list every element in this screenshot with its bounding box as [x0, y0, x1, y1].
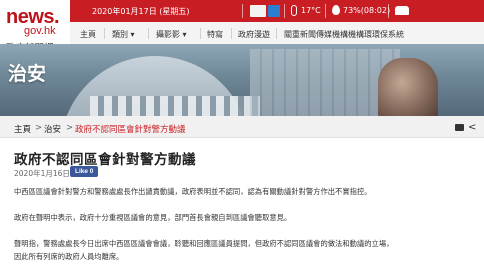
- temperature-value: 17°C: [301, 6, 321, 15]
- divider: [231, 28, 232, 39]
- article-paragraph: 中西區區議會針對警方和警務處處長作出譴責動議，政府表明並不認同，認為有關動議針對…: [14, 187, 372, 196]
- article-title: 政府不認同區會針對警方動議: [14, 152, 196, 168]
- category-banner: 治安: [0, 44, 484, 116]
- nav-item-more[interactable]: 關重新聞傳媒機構機構環環保系統: [284, 29, 404, 40]
- humidity-drop-icon: [332, 5, 340, 15]
- share-icon[interactable]: <: [468, 122, 476, 133]
- banner-title: 治安: [8, 63, 47, 85]
- divider: [200, 28, 201, 39]
- divider: [148, 28, 149, 39]
- breadcrumb-chevron-icon: >: [66, 123, 74, 133]
- nav-label: 攝影影: [156, 30, 180, 39]
- print-icon[interactable]: [455, 124, 464, 131]
- breadcrumb-chevron-icon: >: [35, 123, 43, 133]
- current-date: 2020年01月17日 (星期五): [92, 7, 190, 16]
- article-paragraph: 因此所有列席的政府人員均離席。: [14, 252, 124, 261]
- breadcrumb: 主頁 > 治安 > 政府不認同區會針對警方動議 <: [0, 116, 484, 138]
- logo-gov-text: gov.hk: [24, 25, 56, 37]
- breadcrumb-current: 政府不認同區會針對警方動議: [75, 125, 186, 135]
- divider: [242, 4, 243, 18]
- breadcrumb-home[interactable]: 主頁: [14, 123, 31, 135]
- weather-warning-icon: [250, 5, 266, 17]
- article-paragraph: 聲明指，警務處處長今日出席中西區區議會會議，聆聽和回應區議員提問，但政府不認同區…: [14, 239, 394, 248]
- divider: [284, 4, 285, 18]
- divider: [276, 28, 277, 39]
- banner-columns-image: [90, 96, 260, 116]
- breadcrumb-category[interactable]: 治安: [44, 123, 61, 135]
- divider: [388, 4, 389, 18]
- nav-item-photos[interactable]: 攝影影 ▾: [156, 29, 187, 40]
- traffic-car-icon[interactable]: [395, 6, 409, 15]
- nav-item-categories[interactable]: 類別 ▾: [112, 29, 135, 40]
- weather-signal-icon: [268, 5, 280, 17]
- nav-label: 類別: [112, 30, 128, 39]
- main-nav: 主頁 類別 ▾ 攝影影 ▾ 特寫 政府漫遊 關重新聞傳媒機構機構環環保系統: [70, 22, 484, 44]
- facebook-like-button[interactable]: Like 0: [70, 166, 99, 177]
- article-paragraph: 政府在聲明中表示，政府十分重視區議會的意見，部門首長會親自到區議會聽取意見。: [14, 213, 292, 222]
- banner-statue-image: [378, 58, 438, 116]
- nav-item-gov-tour[interactable]: 政府漫遊: [238, 29, 270, 40]
- thermometer-icon: [291, 5, 297, 16]
- divider: [104, 28, 105, 39]
- divider: [325, 4, 326, 18]
- humidity-value: 73%(08:02): [343, 6, 391, 15]
- article-date: 2020年1月16日: [14, 169, 70, 178]
- nav-item-features[interactable]: 特寫: [207, 29, 223, 40]
- nav-item-home[interactable]: 主頁: [80, 29, 96, 40]
- top-info-bar: 2020年01月17日 (星期五) 17°C 73%(08:02): [70, 0, 484, 22]
